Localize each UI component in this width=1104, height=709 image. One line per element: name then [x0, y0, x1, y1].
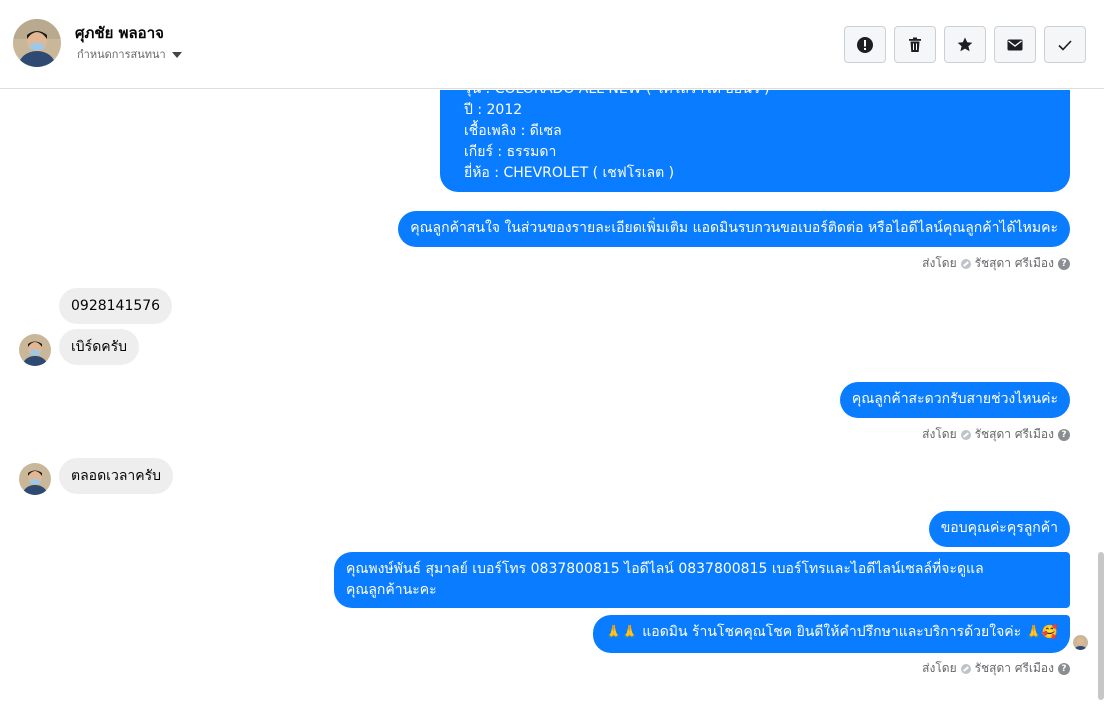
- message-text: เบิร์ดครับ: [71, 339, 128, 355]
- sent-by-info: ส่งโดย รัชสุดา ศรีเมือง ?: [922, 659, 1070, 678]
- message-incoming: ตลอดเวลาครับ: [59, 458, 174, 494]
- schedule-label: กำหนดการสนทนา: [77, 48, 166, 61]
- sent-by-agent[interactable]: รัชสุดา ศรีเมือง: [975, 659, 1054, 678]
- sent-by-info: ส่งโดย รัชสุดา ศรีเมือง ?: [922, 425, 1070, 444]
- help-icon[interactable]: ?: [1058, 428, 1070, 441]
- message-outgoing: คุณลูกค้าสนใจ ในส่วนของรายละเอียดเพิ่มเต…: [398, 211, 1070, 247]
- smile-hearts-emoji-icon: 🙏🥰: [1025, 625, 1058, 640]
- sent-by-label: ส่งโดย: [922, 427, 957, 441]
- conversation-header: ศุภชัย พลอาจ กำหนดการสนทนา: [0, 0, 1104, 89]
- done-button[interactable]: [1044, 26, 1086, 63]
- message-outgoing: ขอบคุณค่ะคุรลูกค้า: [928, 511, 1070, 547]
- message-line: คุณพงษ์พันธ์ สุมาลย์ เบอร์โทร 0837800815…: [346, 561, 984, 577]
- message-line: เชื้อเพลิง : ดีเซล: [464, 123, 562, 139]
- message-thread: รุ่น : COLORADO ALL NEW ( โคโลราโด ออนิว…: [0, 90, 1104, 709]
- sent-by-agent[interactable]: รัชสุดา ศรีเมือง: [975, 425, 1054, 444]
- message-text: ขอบคุณค่ะคุรลูกค้า: [940, 520, 1058, 536]
- caret-down-icon: [171, 51, 182, 58]
- contact-avatar-small: [19, 463, 51, 495]
- help-icon[interactable]: ?: [1058, 662, 1070, 675]
- message-outgoing: คุณพงษ์พันธ์ สุมาลย์ เบอร์โทร 0837800815…: [334, 552, 1070, 608]
- help-icon[interactable]: ?: [1058, 257, 1070, 270]
- message-line: เกียร์ : ธรรมดา: [464, 144, 557, 160]
- check-circle-icon: [960, 429, 971, 440]
- schedule-dropdown[interactable]: กำหนดการสนทนา: [77, 45, 182, 63]
- envelope-icon: [1007, 39, 1023, 50]
- report-button[interactable]: [844, 26, 886, 63]
- contact-name: ศุภชัย พลอาจ: [75, 24, 164, 42]
- check-circle-icon: [960, 663, 971, 674]
- message-text: แอดมิน ร้านโชคคุณโชค ยินดีให้คำปรึกษาและ…: [642, 624, 1022, 640]
- contact-avatar-small: [19, 334, 51, 366]
- delete-button[interactable]: [894, 26, 936, 63]
- pray-emoji-icon: 🙏🙏: [605, 625, 638, 640]
- message-text: คุณลูกค้าสะดวกรับสายช่วงไหนค่ะ: [851, 391, 1058, 407]
- message-outgoing: 🙏🙏 แอดมิน ร้านโชคคุณโชค ยินดีให้คำปรึกษา…: [593, 615, 1070, 653]
- star-button[interactable]: [944, 26, 986, 63]
- message-incoming: 0928141576: [59, 288, 173, 324]
- exclamation-circle-icon: [857, 36, 873, 53]
- message-line: รุ่น : COLORADO ALL NEW ( โคโลราโด ออนิว…: [464, 90, 1046, 100]
- contact-avatar[interactable]: [13, 19, 61, 67]
- check-circle-icon: [960, 258, 971, 269]
- message-outgoing: รุ่น : COLORADO ALL NEW ( โคโลราโด ออนิว…: [440, 90, 1070, 192]
- message-incoming: เบิร์ดครับ: [59, 329, 140, 365]
- sent-by-info: ส่งโดย รัชสุดา ศรีเมือง ?: [922, 254, 1070, 273]
- sent-by-label: ส่งโดย: [922, 256, 957, 270]
- message-text: คุณลูกค้าสนใจ ในส่วนของรายละเอียดเพิ่มเต…: [410, 220, 1058, 236]
- message-outgoing: คุณลูกค้าสะดวกรับสายช่วงไหนค่ะ: [839, 382, 1070, 418]
- header-actions: [844, 26, 1086, 63]
- star-icon: [957, 37, 973, 51]
- trash-icon: [909, 37, 921, 52]
- message-line: ปี : 2012: [464, 102, 523, 118]
- message-text: ตลอดเวลาครับ: [71, 468, 162, 484]
- check-icon: [1058, 39, 1072, 51]
- mark-unread-button[interactable]: [994, 26, 1036, 63]
- message-text: 0928141576: [71, 298, 161, 314]
- message-line: คุณลูกค้านะคะ: [346, 582, 437, 598]
- thread-scrollbar[interactable]: [1098, 552, 1104, 700]
- seen-avatar-icon: [1073, 635, 1088, 650]
- message-line: ยี่ห้อ : CHEVROLET ( เชฟโรเลต ): [464, 165, 675, 181]
- sent-by-agent[interactable]: รัชสุดา ศรีเมือง: [975, 254, 1054, 273]
- sent-by-label: ส่งโดย: [922, 661, 957, 675]
